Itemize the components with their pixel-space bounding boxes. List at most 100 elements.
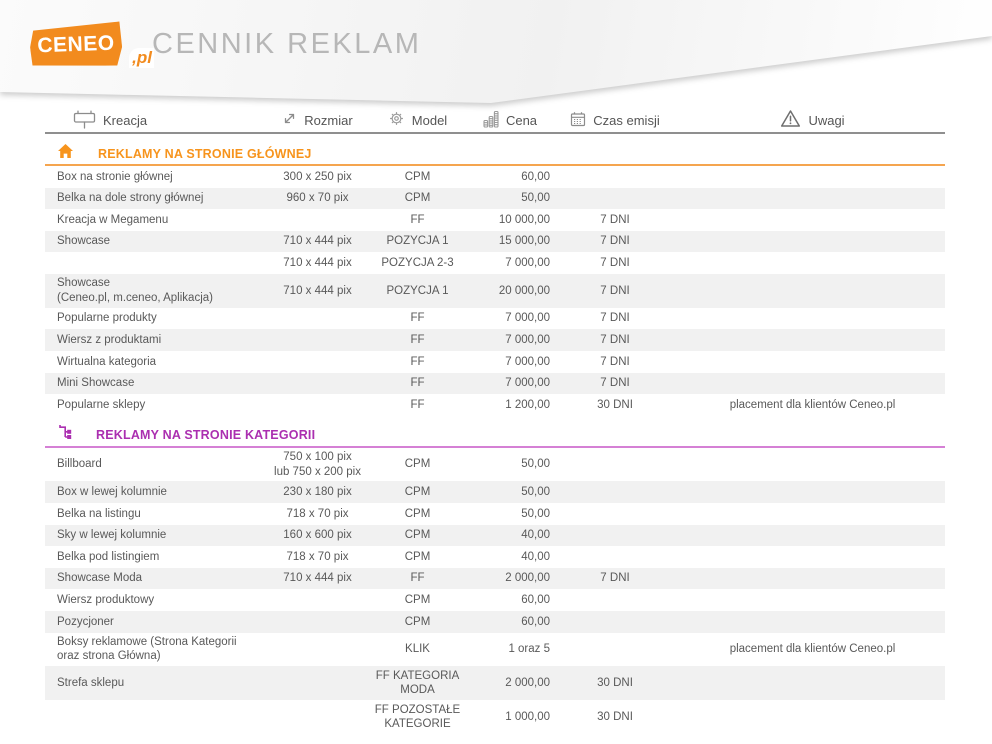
coins-icon bbox=[483, 110, 499, 131]
cell-rozmiar: 710 x 444 pix bbox=[270, 569, 365, 588]
category-tree-icon bbox=[57, 424, 72, 446]
table-row: Boksy reklamowe (Strona Kategorii oraz s… bbox=[45, 633, 945, 667]
cell-kreacja: Belka pod listingiem bbox=[45, 547, 270, 566]
cell-uwagi bbox=[680, 681, 945, 686]
cell-kreacja: Belka na listingu bbox=[45, 504, 270, 523]
cell-model: KLIK bbox=[365, 640, 470, 659]
cell-rozmiar: 960 x 70 pix bbox=[270, 189, 365, 208]
cell-kreacja: Popularne sklepy bbox=[45, 395, 270, 414]
cell-model: CPM bbox=[365, 189, 470, 208]
cell-kreacja: Pozycjoner bbox=[45, 612, 270, 631]
cell-uwagi bbox=[680, 490, 945, 495]
cell-czas: 30 DNI bbox=[550, 395, 680, 414]
cell-model: FF bbox=[365, 330, 470, 349]
page-title: CENNIK REKLAM bbox=[152, 28, 421, 61]
section-header: REKLAMY NA STRONIE KATEGORII bbox=[45, 425, 945, 448]
cell-kreacja: Kreacja w Megamenu bbox=[45, 210, 270, 229]
cell-uwagi bbox=[680, 576, 945, 581]
column-header-rozmiar: Rozmiar bbox=[270, 111, 365, 129]
cell-kreacja: Showcase Moda bbox=[45, 569, 270, 588]
cell-cena: 15 000,00 bbox=[470, 232, 550, 251]
table-row: 710 x 444 pixPOZYCJA 2-37 000,007 DNI bbox=[45, 252, 945, 274]
cell-model: POZYCJA 2-3 bbox=[365, 253, 470, 272]
table-row: Popularne produktyFF7 000,007 DNI bbox=[45, 308, 945, 330]
cell-cena: 1 oraz 5 bbox=[470, 640, 550, 659]
cell-kreacja: Wiersz produktowy bbox=[45, 591, 270, 610]
cell-model: CPM bbox=[365, 483, 470, 502]
cell-kreacja: Popularne produkty bbox=[45, 309, 270, 328]
cell-rozmiar: 710 x 444 pix bbox=[270, 281, 365, 300]
cell-kreacja: Showcase (Ceneo.pl, m.ceneo, Aplikacja) bbox=[45, 274, 270, 308]
cell-uwagi bbox=[680, 316, 945, 321]
cell-kreacja: Box na stronie głównej bbox=[45, 167, 270, 186]
cell-czas bbox=[550, 511, 680, 516]
cell-rozmiar: 710 x 444 pix bbox=[270, 232, 365, 251]
cell-uwagi bbox=[680, 174, 945, 179]
cell-kreacja: Boksy reklamowe (Strona Kategorii oraz s… bbox=[45, 633, 270, 667]
cell-cena: 7 000,00 bbox=[470, 330, 550, 349]
table-row: Mini ShowcaseFF7 000,007 DNI bbox=[45, 373, 945, 395]
cell-cena: 7 000,00 bbox=[470, 352, 550, 371]
table-header-row: Kreacja Rozmiar Model bbox=[45, 108, 945, 134]
cell-uwagi bbox=[680, 511, 945, 516]
price-table: Kreacja Rozmiar Model bbox=[45, 108, 945, 734]
column-header-kreacja: Kreacja bbox=[45, 109, 270, 132]
cell-kreacja: Sky w lewej kolumnie bbox=[45, 526, 270, 545]
table-row: Showcase710 x 444 pixPOZYCJA 115 000,007… bbox=[45, 231, 945, 253]
cell-cena: 60,00 bbox=[470, 167, 550, 186]
cell-model: FF KATEGORIA MODA bbox=[365, 666, 470, 700]
column-label: Cena bbox=[506, 113, 537, 128]
table-row: Showcase Moda710 x 444 pixFF2 000,007 DN… bbox=[45, 568, 945, 590]
cell-model: POZYCJA 1 bbox=[365, 232, 470, 251]
cell-kreacja: Billboard bbox=[45, 455, 270, 474]
cell-cena: 1 000,00 bbox=[470, 707, 550, 726]
cell-model: FF POZOSTAŁE KATEGORIE bbox=[365, 700, 470, 734]
cell-model: FF bbox=[365, 395, 470, 414]
gear-icon bbox=[388, 110, 405, 130]
cell-model: CPM bbox=[365, 167, 470, 186]
table-row: Belka na listingu718 x 70 pixCPM50,00 bbox=[45, 503, 945, 525]
cell-cena: 60,00 bbox=[470, 612, 550, 631]
cell-cena: 40,00 bbox=[470, 526, 550, 545]
cell-czas: 7 DNI bbox=[550, 281, 680, 300]
billboard-icon bbox=[73, 109, 96, 132]
section-title: REKLAMY NA STRONIE GŁÓWNEJ bbox=[98, 147, 312, 161]
cell-rozmiar bbox=[270, 681, 365, 686]
cell-uwagi: placement dla klientów Ceneo.pl bbox=[680, 640, 945, 659]
cell-czas bbox=[550, 533, 680, 538]
ceneo-logo-badge: CENEO bbox=[29, 21, 122, 68]
cell-uwagi bbox=[680, 196, 945, 201]
section-strona-glowna: REKLAMY NA STRONIE GŁÓWNEJ Box na stroni… bbox=[45, 143, 945, 416]
home-icon bbox=[57, 143, 74, 164]
column-label: Uwagi bbox=[808, 113, 844, 128]
cell-cena: 50,00 bbox=[470, 504, 550, 523]
cell-kreacja: Showcase bbox=[45, 232, 270, 251]
cell-czas bbox=[550, 174, 680, 179]
column-label: Kreacja bbox=[103, 113, 147, 128]
cell-cena: 2 000,00 bbox=[470, 674, 550, 693]
ceneo-logo: CENEO ,pl bbox=[30, 21, 150, 69]
cell-rozmiar bbox=[270, 217, 365, 222]
warning-icon bbox=[780, 109, 801, 131]
cell-cena: 50,00 bbox=[470, 189, 550, 208]
cell-czas: 7 DNI bbox=[550, 309, 680, 328]
cell-rozmiar bbox=[270, 338, 365, 343]
cell-rozmiar: 160 x 600 pix bbox=[270, 526, 365, 545]
cell-model: CPM bbox=[365, 526, 470, 545]
cell-kreacja: Wirtualna kategoria bbox=[45, 352, 270, 371]
cell-uwagi bbox=[680, 714, 945, 719]
cell-uwagi bbox=[680, 239, 945, 244]
cell-cena: 10 000,00 bbox=[470, 210, 550, 229]
section-strona-kategorii: REKLAMY NA STRONIE KATEGORII Billboard75… bbox=[45, 425, 945, 734]
cell-czas bbox=[550, 647, 680, 652]
cell-cena: 50,00 bbox=[470, 483, 550, 502]
cell-rozmiar bbox=[270, 381, 365, 386]
cell-uwagi bbox=[680, 359, 945, 364]
column-label: Rozmiar bbox=[304, 113, 352, 128]
cell-model: FF bbox=[365, 374, 470, 393]
section-rows: Box na stronie głównej300 x 250 pixCPM60… bbox=[45, 166, 945, 416]
cell-uwagi bbox=[680, 619, 945, 624]
column-label: Czas emisji bbox=[593, 113, 659, 128]
section-rows: Billboard750 x 100 pix lub 750 x 200 pix… bbox=[45, 448, 945, 734]
cell-cena: 1 200,00 bbox=[470, 395, 550, 414]
